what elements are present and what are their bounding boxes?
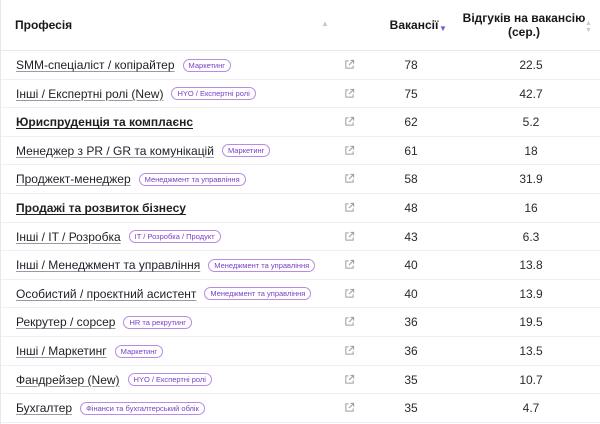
vacancies-cell: 61 <box>404 143 418 158</box>
responses-cell: 18 <box>524 143 538 158</box>
category-tag: Маркетинг <box>114 344 164 358</box>
professions-table: Професія ▲ Вакансії ▼ Відгуків на ваканс… <box>0 0 600 424</box>
table-row[interactable]: Продажі та розвиток бізнесу 48 16 <box>1 194 600 223</box>
category-tag: HYO / Експертні ролі <box>171 87 256 101</box>
table-row[interactable]: Бухгалтер Фінанси та бухгалтерський облік… <box>1 394 600 423</box>
profession-link[interactable]: Інші / IT / Розробка <box>16 230 121 244</box>
profession-cell: Юриспруденція та комплаєнс <box>16 108 193 136</box>
profession-link[interactable]: Інші / Експертні ролі (New) <box>16 87 163 101</box>
vacancies-cell: 78 <box>404 58 418 72</box>
profession-link[interactable]: Інші / Менеджмент та управління <box>16 258 200 272</box>
profession-cell: Рекрутер / сорсер HR та рекрутинг <box>16 308 192 336</box>
column-header-responses-line2: (сер.) <box>507 25 540 39</box>
profession-link[interactable]: Інші / Маркетинг <box>16 344 107 358</box>
category-tag: IT / Розробка / Продукт <box>128 230 221 244</box>
vacancies-cell: 36 <box>404 344 418 358</box>
profession-cell: Продажі та розвиток бізнесу <box>16 194 186 222</box>
profession-link[interactable]: Менеджер з PR / GR та комунікацій <box>16 144 214 158</box>
profession-link[interactable]: SMM-спеціаліст / копірайтер <box>16 58 175 72</box>
profession-cell: Інші / Менеджмент та управління Менеджмен… <box>16 251 316 279</box>
table-row[interactable]: Юриспруденція та комплаєнс 62 5.2 <box>1 108 600 137</box>
vacancies-cell: 35 <box>404 372 418 387</box>
table-row[interactable]: Менеджер з PR / GR та комунікацій Маркети… <box>1 137 600 166</box>
responses-cell: 13.5 <box>519 344 543 358</box>
table-row[interactable]: Інші / Маркетинг Маркетинг 36 13.5 <box>1 337 600 366</box>
profession-link[interactable]: Особистий / проєктний асистент <box>16 287 196 301</box>
table-row[interactable]: Інші / Менеджмент та управління Менеджмен… <box>1 251 600 280</box>
profession-link[interactable]: Бухгалтер <box>16 401 72 415</box>
vacancies-cell: 62 <box>404 115 418 130</box>
table-row[interactable]: SMM-спеціаліст / копірайтер Маркетинг 78 22… <box>1 51 600 80</box>
profession-cell: Інші / IT / Розробка IT / Розробка / Прод… <box>16 223 221 251</box>
vacancies-cell: 75 <box>404 86 418 101</box>
column-header-profession[interactable]: Професія <box>15 0 72 50</box>
category-tag: Маркетинг <box>221 144 271 158</box>
responses-cell: 31.9 <box>519 172 543 187</box>
table-header: Професія ▲ Вакансії ▼ Відгуків на ваканс… <box>1 0 600 51</box>
profession-link[interactable]: Продажі та розвиток бізнесу <box>16 201 186 215</box>
table-row[interactable]: Фандрейзер (New) HYO / Експертні ролі 35 10… <box>1 366 600 395</box>
external-link-icon[interactable] <box>344 145 355 156</box>
table-row[interactable]: Особистий / проєктний асистент Менеджмент… <box>1 280 600 309</box>
sort-desc-icon[interactable]: ▼ <box>439 24 447 33</box>
profession-link[interactable]: Юриспруденція та комплаєнс <box>16 115 193 129</box>
column-header-responses[interactable]: Відгуків на вакансію (сер.) <box>459 0 589 50</box>
responses-cell: 22.5 <box>519 58 543 72</box>
external-link-icon[interactable] <box>344 116 355 127</box>
category-tag: Менеджмент та управління <box>138 172 246 186</box>
responses-cell: 13.9 <box>519 286 543 301</box>
table-row[interactable]: Проджект-менеджер Менеджмент та управлінн… <box>1 165 600 194</box>
external-link-icon[interactable] <box>344 88 355 99</box>
category-tag: Менеджмент та управління <box>204 287 312 301</box>
category-tag: Менеджмент та управління <box>208 258 316 272</box>
external-link-icon[interactable] <box>344 173 355 184</box>
external-link-icon[interactable] <box>344 402 355 413</box>
external-link-icon[interactable] <box>344 59 355 70</box>
column-header-responses-line1: Відгуків на вакансію <box>462 11 586 25</box>
profession-link[interactable]: Проджект-менеджер <box>16 172 131 186</box>
profession-cell: Інші / Експертні ролі (New) HYO / Експерт… <box>16 80 256 108</box>
external-link-icon[interactable] <box>344 231 355 242</box>
vacancies-cell: 40 <box>404 258 418 273</box>
sort-icon[interactable]: ▲ <box>321 19 329 28</box>
profession-cell: Інші / Маркетинг Маркетинг <box>16 337 164 365</box>
vacancies-cell: 48 <box>404 201 418 215</box>
responses-cell: 19.5 <box>519 315 543 330</box>
category-tag: Фінанси та бухгалтерський облік <box>80 401 205 415</box>
responses-cell: 10.7 <box>519 372 543 387</box>
vacancies-cell: 40 <box>404 286 418 301</box>
profession-cell: Бухгалтер Фінанси та бухгалтерський облік <box>16 394 205 422</box>
sort-icon[interactable]: ▲ ▼ <box>585 20 592 34</box>
vacancies-cell: 35 <box>404 401 418 416</box>
profession-link[interactable]: Рекрутер / сорсер <box>16 315 115 329</box>
vacancies-cell: 58 <box>404 172 418 187</box>
vacancies-cell: 36 <box>404 315 418 330</box>
external-link-icon[interactable] <box>344 288 355 299</box>
profession-link[interactable]: Фандрейзер (New) <box>16 373 120 387</box>
vacancies-cell: 43 <box>404 229 418 244</box>
column-header-vacancies[interactable]: Вакансії <box>385 0 443 50</box>
external-link-icon[interactable] <box>344 374 355 385</box>
category-tag: HR та рекрутинг <box>123 315 192 329</box>
external-link-icon[interactable] <box>344 259 355 270</box>
responses-cell: 5.2 <box>522 115 540 130</box>
table-row[interactable]: Рекрутер / сорсер HR та рекрутинг 36 19.5 <box>1 308 600 337</box>
category-tag: HYO / Експертні ролі <box>127 373 212 387</box>
table-row[interactable]: Інші / IT / Розробка IT / Розробка / Прод… <box>1 223 600 252</box>
external-link-icon[interactable] <box>344 202 355 213</box>
profession-cell: Фандрейзер (New) HYO / Експертні ролі <box>16 366 212 394</box>
external-link-icon[interactable] <box>344 345 355 356</box>
responses-cell: 13.8 <box>519 258 543 273</box>
profession-cell: Особистий / проєктний асистент Менеджмент… <box>16 280 312 308</box>
profession-cell: Менеджер з PR / GR та комунікацій Маркети… <box>16 137 271 165</box>
profession-cell: SMM-спеціаліст / копірайтер Маркетинг <box>16 51 231 79</box>
table-row[interactable]: Інші / Експертні ролі (New) HYO / Експерт… <box>1 80 600 109</box>
profession-cell: Проджект-менеджер Менеджмент та управлінн… <box>16 165 246 193</box>
category-tag: Маркетинг <box>182 58 231 72</box>
responses-cell: 6.3 <box>522 229 540 244</box>
responses-cell: 42.7 <box>519 86 543 101</box>
external-link-icon[interactable] <box>344 316 355 327</box>
responses-cell: 16 <box>524 201 538 215</box>
responses-cell: 4.7 <box>522 401 540 416</box>
